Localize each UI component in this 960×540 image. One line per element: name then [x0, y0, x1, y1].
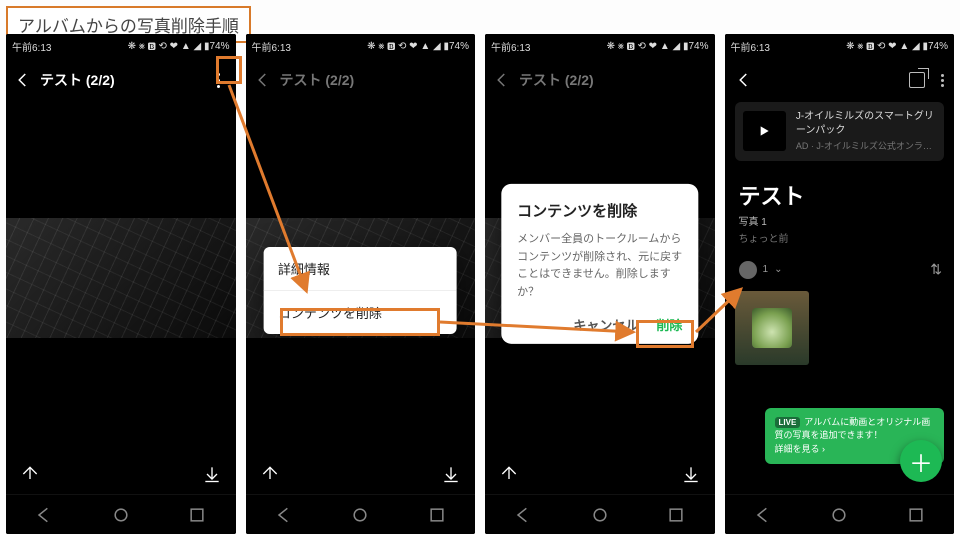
status-bar: 午前6:13 ❋ ⨳ 🅱 ⟲ ❤ ▲ ◢ ▮74%	[485, 34, 715, 58]
back-icon[interactable]	[254, 71, 272, 89]
dialog-title: コンテンツを削除	[517, 200, 682, 221]
album-top-bar	[725, 58, 955, 102]
phone-1: 午前6:13 ❋ ⨳ 🅱 ⟲ ❤ ▲ ◢ ▮74% テスト (2/2)	[6, 34, 236, 534]
download-icon[interactable]	[441, 464, 461, 484]
nav-back-icon[interactable]	[753, 505, 773, 525]
dialog-delete-button[interactable]: 削除	[656, 315, 682, 334]
android-navbar	[246, 494, 476, 534]
status-icons: ❋ ⨳ 🅱 ⟲ ❤ ▲ ◢ ▮74%	[367, 41, 469, 52]
back-icon[interactable]	[493, 71, 511, 89]
android-navbar	[6, 494, 236, 534]
photo-bottom-bar	[485, 454, 715, 494]
status-time: 午前6:13	[491, 39, 530, 54]
ad-card[interactable]: J-オイルミルズのスマートグリーンパック AD · J-オイルミルズ公式オンラ…	[735, 102, 945, 161]
photo-bottom-bar	[6, 454, 236, 494]
status-icons: ❋ ⨳ 🅱 ⟲ ❤ ▲ ◢ ▮74%	[846, 41, 948, 52]
ad-play-icon	[743, 111, 786, 151]
nav-back-icon[interactable]	[34, 505, 54, 525]
album-thumbnail[interactable]	[735, 291, 809, 365]
status-bar: 午前6:13 ❋ ⨳ 🅱 ⟲ ❤ ▲ ◢ ▮74%	[725, 34, 955, 58]
back-icon[interactable]	[14, 71, 32, 89]
album-title: テスト	[725, 161, 955, 213]
album-author-row: 1 ⌄ ⇅	[725, 255, 955, 289]
dialog-body: メンバー全員のトークルームからコンテンツが削除され、元に戻すことはできません。削…	[517, 231, 682, 301]
photo-title: テスト (2/2)	[280, 70, 355, 90]
toast-badge: LIVE	[775, 417, 801, 428]
photo-viewport: コンテンツを削除 メンバー全員のトークルームからコンテンツが削除され、元に戻すこ…	[485, 102, 715, 454]
thumbnail-image	[752, 308, 792, 348]
menu-item-delete-content[interactable]: コンテンツを削除	[264, 290, 457, 334]
status-time: 午前6:13	[252, 39, 291, 54]
photo-viewport[interactable]	[6, 102, 236, 454]
phone-4: 午前6:13 ❋ ⨳ 🅱 ⟲ ❤ ▲ ◢ ▮74% J-オイルミルズのスマートグ…	[725, 34, 955, 534]
download-icon[interactable]	[202, 464, 222, 484]
share-icon[interactable]	[499, 464, 519, 484]
photo-title: テスト (2/2)	[40, 70, 115, 90]
sort-icon[interactable]: ⇅	[930, 261, 940, 278]
share-icon[interactable]	[260, 464, 280, 484]
nav-back-icon[interactable]	[274, 505, 294, 525]
phone-2: 午前6:13 ❋ ⨳ 🅱 ⟲ ❤ ▲ ◢ ▮74% テスト (2/2) 詳細情報…	[246, 34, 476, 534]
status-time: 午前6:13	[731, 39, 770, 54]
chevron-down-icon[interactable]: ⌄	[774, 264, 782, 275]
app-bar: テスト (2/2)	[6, 58, 236, 102]
share-icon[interactable]	[20, 464, 40, 484]
plus-icon: ＋	[909, 444, 933, 479]
nav-home-icon[interactable]	[590, 505, 610, 525]
status-bar: 午前6:13 ❋ ⨳ 🅱 ⟲ ❤ ▲ ◢ ▮74%	[246, 34, 476, 58]
app-bar: テスト (2/2)	[246, 58, 476, 102]
nav-home-icon[interactable]	[350, 505, 370, 525]
album-photo-count: 写真 1	[725, 213, 955, 228]
status-icons: ❋ ⨳ 🅱 ⟲ ❤ ▲ ◢ ▮74%	[607, 41, 709, 52]
album-timestamp: ちょっと前	[725, 228, 955, 255]
open-external-icon[interactable]	[909, 72, 925, 88]
ad-title: J-オイルミルズのスマートグリーンパック	[796, 110, 936, 138]
nav-recent-icon[interactable]	[187, 505, 207, 525]
photo-bottom-bar	[246, 454, 476, 494]
overflow-menu-icon[interactable]	[941, 74, 944, 87]
confirm-dialog: コンテンツを削除 メンバー全員のトークルームからコンテンツが削除され、元に戻すこ…	[501, 184, 698, 344]
back-icon[interactable]	[735, 71, 753, 89]
phone-row: 午前6:13 ❋ ⨳ 🅱 ⟲ ❤ ▲ ◢ ▮74% テスト (2/2) 午前6:…	[0, 0, 960, 540]
ad-subtitle: AD · J-オイルミルズ公式オンラ…	[796, 140, 936, 153]
dialog-cancel-button[interactable]: キャンセル	[573, 315, 638, 334]
menu-item-details[interactable]: 詳細情報	[264, 247, 457, 290]
action-sheet: 詳細情報 コンテンツを削除	[264, 247, 457, 334]
photo-title: テスト (2/2)	[519, 70, 594, 90]
app-bar: テスト (2/2)	[485, 58, 715, 102]
photo-keyboard	[6, 218, 236, 338]
avatar	[739, 261, 757, 279]
toast-link[interactable]: 詳細を見る ›	[775, 444, 826, 454]
author-count: 1	[763, 264, 769, 275]
phone-3: 午前6:13 ❋ ⨳ 🅱 ⟲ ❤ ▲ ◢ ▮74% テスト (2/2) コンテン…	[485, 34, 715, 534]
android-navbar	[725, 494, 955, 534]
nav-home-icon[interactable]	[111, 505, 131, 525]
overflow-menu-icon[interactable]	[210, 71, 228, 89]
android-navbar	[485, 494, 715, 534]
status-time: 午前6:13	[12, 39, 51, 54]
download-icon[interactable]	[681, 464, 701, 484]
nav-recent-icon[interactable]	[666, 505, 686, 525]
status-bar: 午前6:13 ❋ ⨳ 🅱 ⟲ ❤ ▲ ◢ ▮74%	[6, 34, 236, 58]
nav-home-icon[interactable]	[829, 505, 849, 525]
nav-recent-icon[interactable]	[427, 505, 447, 525]
photo-viewport: 詳細情報 コンテンツを削除	[246, 102, 476, 454]
add-fab[interactable]: ＋	[900, 440, 942, 482]
nav-recent-icon[interactable]	[906, 505, 926, 525]
status-icons: ❋ ⨳ 🅱 ⟲ ❤ ▲ ◢ ▮74%	[128, 41, 230, 52]
nav-back-icon[interactable]	[513, 505, 533, 525]
